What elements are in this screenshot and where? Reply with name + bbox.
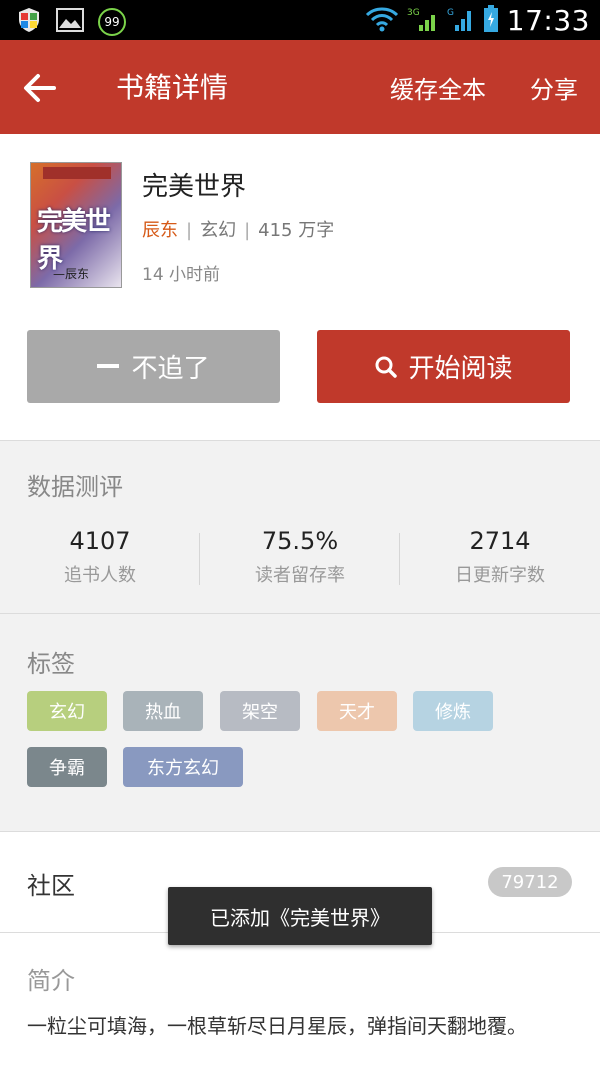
book-update-time: 14 小时前 [142,265,221,285]
book-genre: 玄幻 [200,220,237,241]
cache-all-button[interactable]: 缓存全本 [390,70,486,105]
community-count-badge: 79712 [488,867,572,897]
stat-value: 4107 [69,527,131,555]
book-cover[interactable]: 完美世界 —辰东 [30,162,122,288]
start-reading-label: 开始阅读 [408,354,513,384]
cover-author: —辰东 [53,267,90,281]
start-reading-button[interactable]: 开始阅读 [317,330,570,403]
status-time: 17:33 [506,4,590,37]
book-title: 完美世界 [142,172,247,202]
community-label: 社区 [27,872,75,900]
meta-separator: | [244,220,251,241]
stat-daily-words: 2714 日更新字数 [400,527,600,587]
stat-followers: 4107 追书人数 [0,527,200,587]
data-review-section: 数据测评 4107 追书人数 75.5% 读者留存率 2714 日更新字数 [0,441,600,613]
cover-title: 完美世界 [37,207,111,274]
data-review-title: 数据测评 [27,473,123,501]
meta-separator: | [186,220,193,241]
tag-item[interactable]: 东方玄幻 [123,747,243,787]
svg-text:G: G [447,8,454,18]
page-title: 书籍详情 [116,71,229,104]
tags-section: 标签 玄幻 热血 架空 天才 修炼 争霸 东方玄幻 [0,614,600,831]
app-bar: 书籍详情 缓存全本 分享 [0,40,600,134]
shield-icon [16,6,42,38]
signal-g-icon: G [447,5,475,37]
tag-item[interactable]: 玄幻 [27,691,107,731]
svg-text:3G: 3G [407,8,420,18]
tags-title: 标签 [27,650,75,678]
book-author[interactable]: 辰东 [142,220,178,241]
intro-title: 简介 [27,967,75,995]
signal-3g-icon: 3G [407,5,439,37]
book-word-count: 415 万字 [258,220,335,241]
stat-value: 2714 [469,527,531,555]
toast-message: 已添加《完美世界》 [168,887,432,945]
share-button[interactable]: 分享 [530,70,578,105]
back-arrow-icon [24,74,56,102]
intro-text[interactable]: 一粒尘可填海，一根草斩尽日月星辰，弹指间天翻地覆。 [27,1011,573,1041]
book-meta: 辰东 | 玄幻 | 415 万字 [142,216,334,242]
search-icon [375,356,398,378]
unfollow-label: 不追了 [131,354,210,384]
stat-label: 追书人数 [64,565,136,586]
intro-section: 简介 一粒尘可填海，一根草斩尽日月星辰，弹指间天翻地覆。 [0,933,600,1066]
tag-item[interactable]: 天才 [317,691,397,731]
image-icon [56,8,84,36]
badge-99-icon: 99 [98,8,126,36]
stat-value: 75.5% [261,527,339,555]
tag-item[interactable]: 争霸 [27,747,107,787]
stat-label: 读者留存率 [255,565,345,586]
tag-item[interactable]: 架空 [220,691,300,731]
battery-icon [483,4,499,37]
back-button[interactable] [20,68,60,108]
tag-item[interactable]: 修炼 [413,691,493,731]
stat-label: 日更新字数 [455,565,545,586]
minus-icon [97,363,120,368]
book-info-section: 完美世界 —辰东 完美世界 辰东 | 玄幻 | 415 万字 14 小时前 不追了 开始… [0,134,600,440]
wifi-icon [365,6,399,36]
unfollow-button[interactable]: 不追了 [27,330,280,403]
stat-retention: 75.5% 读者留存率 [200,527,400,587]
tag-item[interactable]: 热血 [123,691,203,731]
status-bar: 99 3G G 17:33 [0,0,600,40]
cover-banner [43,167,111,179]
